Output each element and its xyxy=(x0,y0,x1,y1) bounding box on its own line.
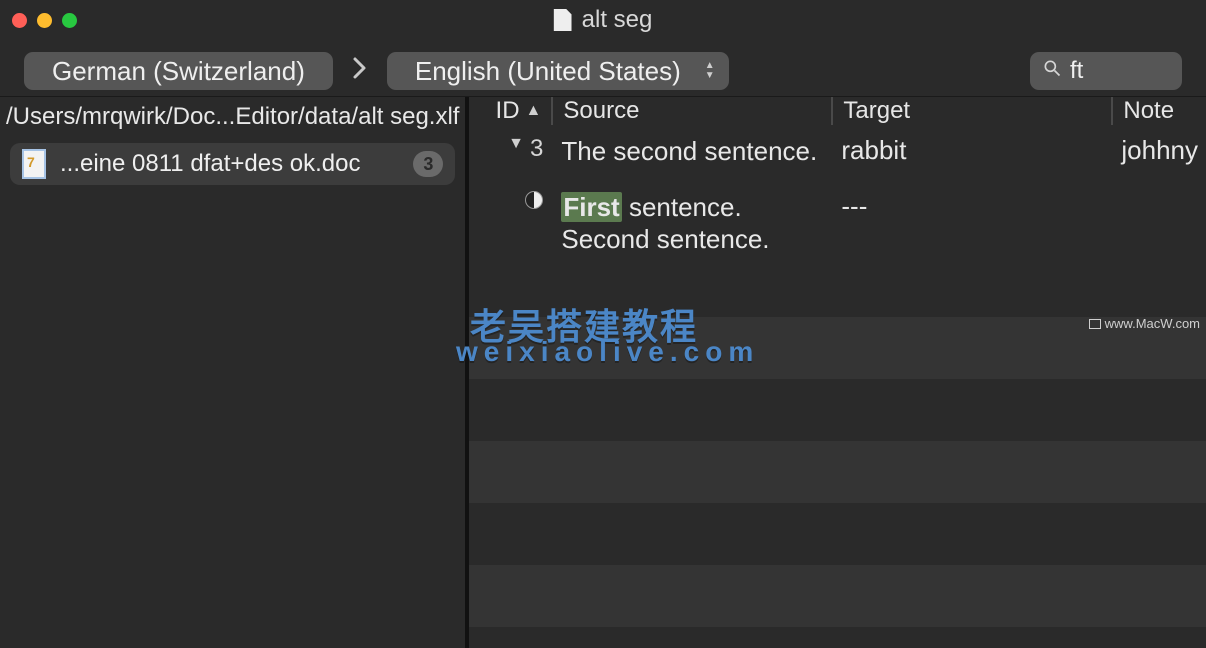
window-title-text: alt seg xyxy=(582,6,653,34)
updown-stepper-icon: ▲▼ xyxy=(705,62,715,80)
cell-status xyxy=(469,191,553,209)
chevron-right-icon xyxy=(347,56,373,87)
target-language-label: English (United States) xyxy=(415,56,681,87)
close-window-button[interactable] xyxy=(12,13,27,28)
table-row-empty xyxy=(469,565,1206,627)
search-input[interactable] xyxy=(1070,57,1170,85)
table-subrow[interactable]: First sentence. Second sentence. --- xyxy=(469,187,1206,255)
file-name: ...eine 0811 dfat+des ok.doc xyxy=(60,150,399,178)
header-note-label: Note xyxy=(1123,97,1174,125)
sidebar: /Users/mrqwirk/Doc...Editor/data/alt seg… xyxy=(0,97,469,648)
cell-id: ▼ 3 xyxy=(469,135,553,163)
header-id[interactable]: ID ▲ xyxy=(469,97,553,125)
table-row-empty xyxy=(469,627,1206,648)
minimize-window-button[interactable] xyxy=(37,13,52,28)
header-id-label: ID xyxy=(496,97,520,125)
file-list-item[interactable]: ...eine 0811 dfat+des ok.doc 3 xyxy=(10,143,455,185)
cell-source: First sentence. Second sentence. xyxy=(553,191,833,255)
half-translated-status-icon xyxy=(525,191,543,209)
source-language-selector[interactable]: German (Switzerland) xyxy=(24,52,333,90)
table-row-empty xyxy=(469,503,1206,565)
header-source[interactable]: Source xyxy=(553,97,833,125)
target-language-selector[interactable]: English (United States) ▲▼ xyxy=(387,52,729,90)
doc-file-icon xyxy=(22,149,46,179)
source-text-part: sentence. xyxy=(622,192,742,222)
search-field[interactable] xyxy=(1030,52,1182,90)
segment-count-badge: 3 xyxy=(413,151,443,177)
cell-note: johhny xyxy=(1113,135,1206,166)
header-target[interactable]: Target xyxy=(833,97,1113,125)
table-row-empty xyxy=(469,255,1206,317)
header-note[interactable]: Note xyxy=(1113,97,1206,125)
table-body: ▼ 3 The second sentence. rabbit johhny F… xyxy=(469,125,1206,648)
segment-id: 3 xyxy=(530,135,543,163)
toolbar: German (Switzerland) English (United Sta… xyxy=(0,46,1206,96)
header-target-label: Target xyxy=(843,97,910,125)
window-controls xyxy=(12,13,77,28)
zoom-window-button[interactable] xyxy=(62,13,77,28)
search-icon xyxy=(1042,58,1062,84)
file-path-breadcrumb: /Users/mrqwirk/Doc...Editor/data/alt seg… xyxy=(0,97,465,137)
table-row[interactable]: ▼ 3 The second sentence. rabbit johhny xyxy=(469,125,1206,187)
cell-source: The second sentence. xyxy=(553,135,833,167)
cell-target[interactable]: rabbit xyxy=(833,135,1113,166)
expand-toggle-icon[interactable]: ▼ xyxy=(508,135,524,163)
header-source-label: Source xyxy=(563,97,639,125)
highlighted-term: First xyxy=(561,192,621,222)
table-row-empty xyxy=(469,441,1206,503)
table-row-empty xyxy=(469,379,1206,441)
segments-table: ID ▲ Source Target Note ▼ 3 The second s… xyxy=(469,97,1206,648)
source-text-line2: Second sentence. xyxy=(561,224,769,254)
table-row-empty xyxy=(469,317,1206,379)
sort-asc-icon: ▲ xyxy=(526,102,542,120)
main-split: /Users/mrqwirk/Doc...Editor/data/alt seg… xyxy=(0,96,1206,648)
table-header: ID ▲ Source Target Note xyxy=(469,97,1206,125)
window-title: alt seg xyxy=(554,6,653,34)
cell-target[interactable]: --- xyxy=(833,191,1113,222)
source-language-label: German (Switzerland) xyxy=(52,56,305,87)
document-icon xyxy=(554,9,572,31)
titlebar: alt seg xyxy=(0,0,1206,40)
